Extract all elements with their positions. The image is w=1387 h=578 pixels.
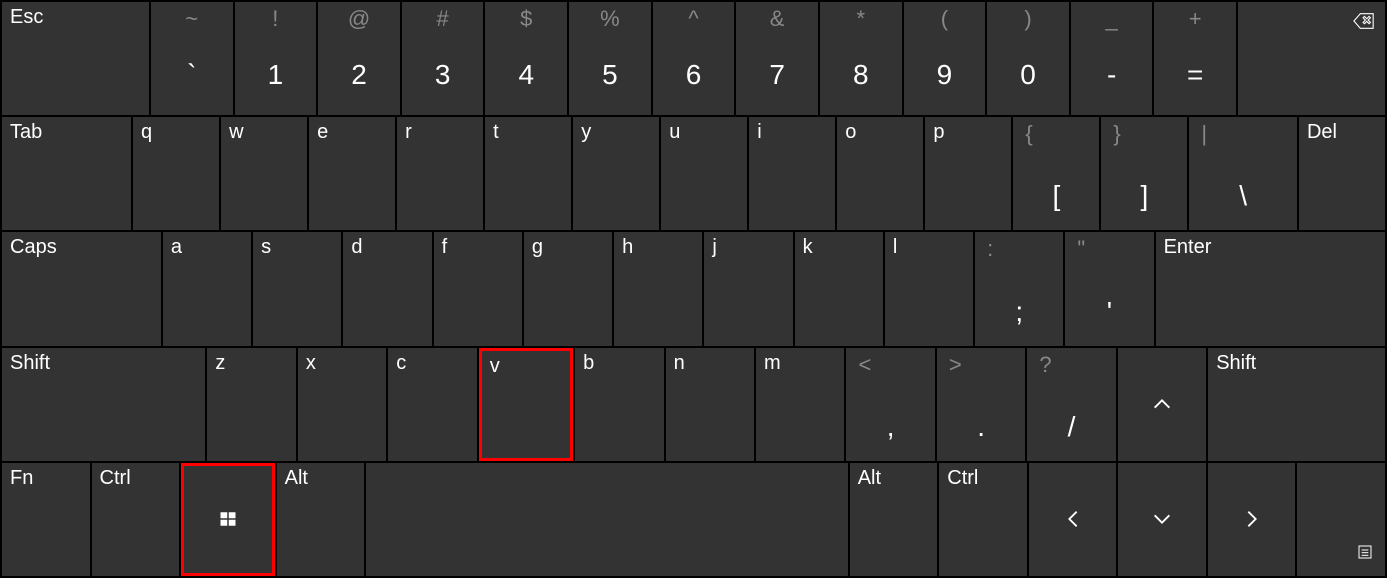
key-semicolon[interactable]: :; — [975, 232, 1063, 345]
key-1[interactable]: !1 — [235, 2, 317, 115]
key-space[interactable] — [366, 463, 848, 576]
key-m[interactable]: m — [756, 348, 844, 461]
key-up[interactable] — [1118, 348, 1206, 461]
caret-left-icon — [1029, 463, 1117, 576]
key-g[interactable]: g — [524, 232, 612, 345]
key-9[interactable]: (9 — [904, 2, 986, 115]
key-del[interactable]: Del — [1299, 117, 1385, 230]
key-t[interactable]: t — [485, 117, 571, 230]
key-minus[interactable]: _- — [1071, 2, 1153, 115]
keyboard-row-3: Caps a s d f g h j k l :; "' Enter — [2, 232, 1385, 345]
key-3[interactable]: #3 — [402, 2, 484, 115]
key-z[interactable]: z — [207, 348, 295, 461]
key-s[interactable]: s — [253, 232, 341, 345]
key-comma[interactable]: <, — [846, 348, 934, 461]
key-d[interactable]: d — [343, 232, 431, 345]
key-w[interactable]: w — [221, 117, 307, 230]
key-8[interactable]: *8 — [820, 2, 902, 115]
key-fn[interactable]: Fn — [2, 463, 90, 576]
key-2[interactable]: @2 — [318, 2, 400, 115]
on-screen-keyboard: Esc ~` !1 @2 #3 $4 %5 ^6 &7 *8 (9 )0 _- … — [2, 2, 1385, 576]
key-f[interactable]: f — [434, 232, 522, 345]
keyboard-row-5: Fn Ctrl Alt Alt Ctrl — [2, 463, 1385, 576]
key-left-alt[interactable]: Alt — [277, 463, 365, 576]
key-7[interactable]: &7 — [736, 2, 818, 115]
key-q[interactable]: q — [133, 117, 219, 230]
key-period[interactable]: >. — [937, 348, 1025, 461]
key-e[interactable]: e — [309, 117, 395, 230]
key-5[interactable]: %5 — [569, 2, 651, 115]
key-o[interactable]: o — [837, 117, 923, 230]
caret-down-icon — [1118, 463, 1206, 576]
key-caps[interactable]: Caps — [2, 232, 161, 345]
key-right-alt[interactable]: Alt — [850, 463, 938, 576]
key-4[interactable]: $4 — [485, 2, 567, 115]
keyboard-row-1: Esc ~` !1 @2 #3 $4 %5 ^6 &7 *8 (9 )0 _- … — [2, 2, 1385, 115]
key-i[interactable]: i — [749, 117, 835, 230]
key-left[interactable] — [1029, 463, 1117, 576]
key-left-bracket[interactable]: {[ — [1013, 117, 1099, 230]
key-right[interactable] — [1208, 463, 1296, 576]
key-r[interactable]: r — [397, 117, 483, 230]
key-l[interactable]: l — [885, 232, 973, 345]
caret-up-icon — [1118, 348, 1206, 461]
key-enter[interactable]: Enter — [1156, 232, 1385, 345]
menu-icon — [1357, 540, 1373, 566]
key-left-shift[interactable]: Shift — [2, 348, 205, 461]
key-tab[interactable]: Tab — [2, 117, 131, 230]
key-menu[interactable] — [1297, 463, 1385, 576]
windows-icon — [184, 466, 272, 573]
key-backspace[interactable] — [1238, 2, 1385, 115]
key-a[interactable]: a — [163, 232, 251, 345]
key-6[interactable]: ^6 — [653, 2, 735, 115]
key-b[interactable]: b — [575, 348, 663, 461]
key-left-ctrl[interactable]: Ctrl — [92, 463, 180, 576]
key-y[interactable]: y — [573, 117, 659, 230]
key-k[interactable]: k — [795, 232, 883, 345]
key-win[interactable] — [181, 463, 275, 576]
keyboard-row-2: Tab q w e r t y u i o p {[ }] |\ Del — [2, 117, 1385, 230]
key-backslash[interactable]: |\ — [1189, 117, 1297, 230]
key-n[interactable]: n — [666, 348, 754, 461]
key-j[interactable]: j — [704, 232, 792, 345]
keyboard-row-4: Shift z x c v b n m <, >. ?/ Shift — [2, 348, 1385, 461]
caret-right-icon — [1208, 463, 1296, 576]
key-right-ctrl[interactable]: Ctrl — [939, 463, 1027, 576]
key-h[interactable]: h — [614, 232, 702, 345]
key-right-bracket[interactable]: }] — [1101, 117, 1187, 230]
key-slash[interactable]: ?/ — [1027, 348, 1115, 461]
key-u[interactable]: u — [661, 117, 747, 230]
backspace-icon — [1353, 10, 1375, 38]
key-p[interactable]: p — [925, 117, 1011, 230]
key-0[interactable]: )0 — [987, 2, 1069, 115]
key-c[interactable]: c — [388, 348, 476, 461]
key-backtick[interactable]: ~` — [151, 2, 233, 115]
key-esc[interactable]: Esc — [2, 2, 149, 115]
key-v[interactable]: v — [479, 348, 573, 461]
key-right-shift[interactable]: Shift — [1208, 348, 1385, 461]
key-x[interactable]: x — [298, 348, 386, 461]
key-quote[interactable]: "' — [1065, 232, 1153, 345]
key-equals[interactable]: += — [1154, 2, 1236, 115]
key-down[interactable] — [1118, 463, 1206, 576]
key-label: Esc — [10, 6, 43, 29]
